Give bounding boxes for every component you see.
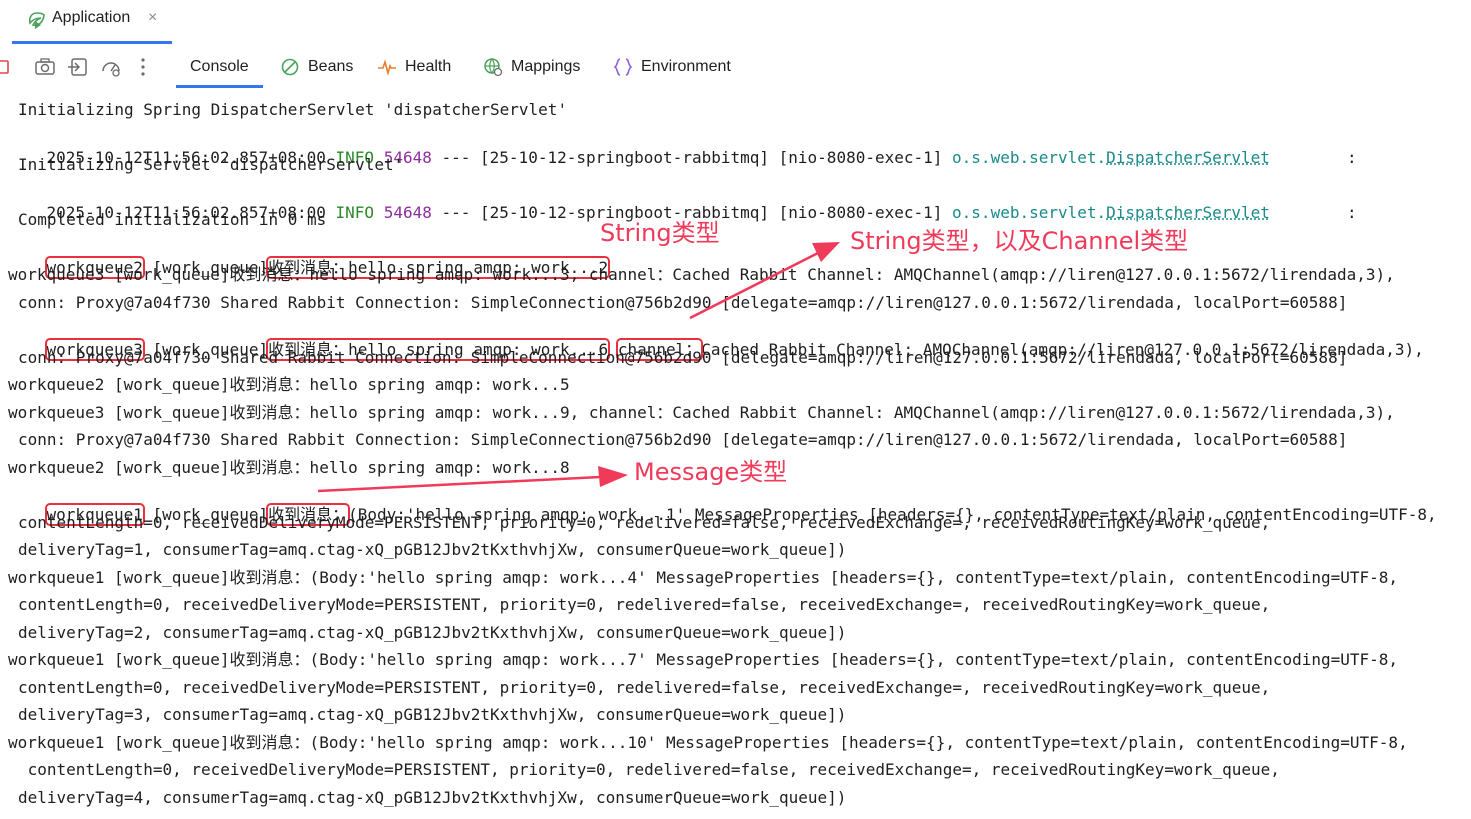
spring-run-icon	[28, 12, 45, 29]
log-line: contentLength=0, receivedDeliveryMode=PE…	[18, 760, 1280, 779]
mappings-icon	[484, 58, 503, 77]
annotation-string-channel-type: String类型，以及Channel类型	[850, 227, 1189, 255]
log-line: workqueue3 [work_queue]收到消息：hello spring…	[8, 403, 1395, 422]
log-line: contentLength=0, receivedDeliveryMode=PE…	[18, 513, 1271, 532]
tab-console[interactable]: Console	[176, 46, 263, 88]
more-options-icon[interactable]	[132, 56, 154, 78]
log-line: conn: Proxy@7a04f730 Shared Rabbit Conne…	[18, 348, 1348, 367]
log-line: Completed initialization in 0 ms	[18, 210, 327, 229]
tab-health[interactable]: Health	[377, 46, 451, 88]
exit-icon[interactable]	[67, 56, 89, 78]
environment-icon	[613, 58, 633, 76]
annotation-string-type: String类型	[600, 219, 720, 247]
health-icon	[378, 59, 396, 76]
log-line: contentLength=0, receivedDeliveryMode=PE…	[18, 678, 1271, 697]
log-logger-link[interactable]: DispatcherServlet	[1106, 148, 1270, 167]
log-line: 2025-10-12T11:56:02.857+08:00 INFO 54648…	[8, 128, 1357, 167]
log-line: workqueue1 [work_queue]收到消息：(Body:'hello…	[8, 485, 1437, 526]
camera-icon[interactable]	[34, 56, 56, 78]
stop-icon[interactable]	[0, 56, 16, 78]
log-pid: 54648	[374, 203, 432, 222]
tab-health-label: Health	[405, 58, 452, 75]
tab-mappings[interactable]: Mappings	[483, 46, 580, 88]
log-line: workqueue2 [work_queue]收到消息：hello spring…	[8, 375, 570, 394]
log-line: conn: Proxy@7a04f730 Shared Rabbit Conne…	[18, 430, 1348, 449]
tab-mappings-label: Mappings	[511, 58, 581, 75]
annotation-message-type: Message类型	[634, 458, 788, 486]
log-line: workqueue2 [work_queue]收到消息：hello spring…	[8, 458, 570, 477]
log-line: Initializing Spring DispatcherServlet 'd…	[18, 100, 568, 119]
log-line: workqueue3 [work_queue]收到消息：hello spring…	[8, 320, 1424, 361]
log-line: Initializing Servlet 'dispatcherServlet'	[18, 155, 404, 174]
log-separator: :	[1269, 148, 1357, 167]
close-icon[interactable]: ×	[148, 9, 157, 27]
log-line: workqueue1 [work_queue]收到消息：(Body:'hello…	[8, 568, 1399, 587]
log-thread: --- [25-10-12-springboot-rabbitmq] [nio-…	[431, 148, 953, 167]
tab-console-label: Console	[190, 58, 249, 75]
log-logger-package: o.s.web.servlet.	[952, 148, 1107, 167]
log-line: conn: Proxy@7a04f730 Shared Rabbit Conne…	[18, 293, 1348, 312]
top-tab-bar: Application ×	[0, 0, 1471, 44]
tab-beans-label: Beans	[308, 58, 354, 75]
active-tab-indicator	[12, 41, 172, 44]
log-level: INFO	[325, 203, 375, 222]
log-line: workqueue1 [work_queue]收到消息：(Body:'hello…	[8, 650, 1399, 669]
log-line: workqueue2 [work_queue]收到消息：hello spring…	[8, 238, 611, 279]
log-logger-link[interactable]: DispatcherServlet	[1106, 203, 1270, 222]
beans-icon	[281, 58, 299, 76]
tab-environment-label: Environment	[641, 58, 731, 75]
log-line: deliveryTag=1, consumerTag=amq.ctag-xQ_p…	[18, 540, 847, 559]
tab-beans[interactable]: Beans	[280, 46, 353, 88]
application-tab-label: Application	[52, 9, 131, 26]
log-line: 2025-10-12T11:56:02.857+08:00 INFO 54648…	[8, 183, 1357, 222]
log-logger-package: o.s.web.servlet.	[952, 203, 1107, 222]
log-line: workqueue3 [work_queue]收到消息：hello spring…	[8, 265, 1395, 284]
application-tab[interactable]: Application ×	[12, 0, 172, 44]
log-separator: :	[1269, 203, 1357, 222]
log-line: deliveryTag=2, consumerTag=amq.ctag-xQ_p…	[18, 623, 847, 642]
run-toolbar: Console Beans Health Mappings Environmen…	[0, 46, 1471, 88]
profiler-icon[interactable]	[100, 56, 122, 78]
log-line: deliveryTag=3, consumerTag=amq.ctag-xQ_p…	[18, 705, 847, 724]
log-line: contentLength=0, receivedDeliveryMode=PE…	[18, 595, 1271, 614]
log-line: deliveryTag=4, consumerTag=amq.ctag-xQ_p…	[18, 788, 847, 807]
tab-environment[interactable]: Environment	[613, 46, 731, 88]
log-line: workqueue1 [work_queue]收到消息：(Body:'hello…	[8, 733, 1408, 752]
